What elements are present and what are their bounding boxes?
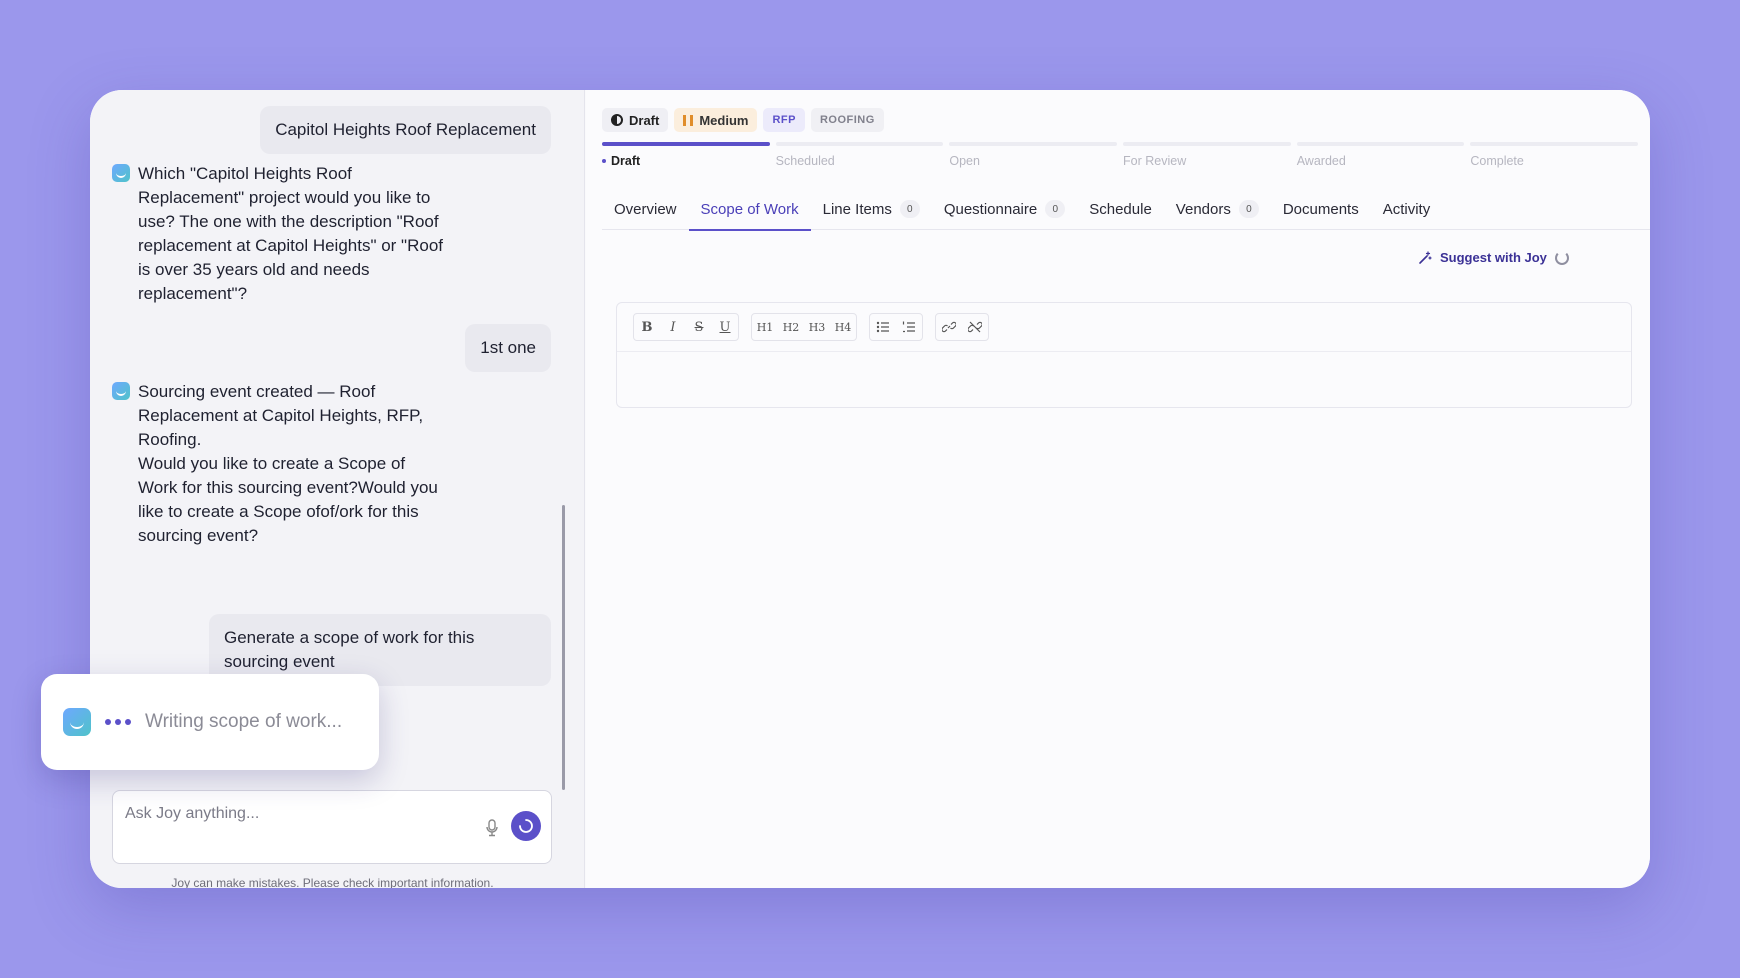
status-badges: Draft Medium RFP ROOFING <box>602 108 884 132</box>
typing-dots-icon <box>105 719 131 725</box>
active-dot-icon <box>602 159 606 163</box>
heading4-button[interactable]: H4 <box>830 314 856 340</box>
stage-scheduled[interactable]: Scheduled <box>775 142 944 168</box>
stage-awarded[interactable]: Awarded <box>1296 142 1465 168</box>
status-badge-label: Draft <box>629 112 660 128</box>
tab-documents[interactable]: Documents <box>1271 188 1371 230</box>
loading-spinner-icon <box>1554 250 1569 265</box>
tab-count-badge: 0 <box>1238 200 1259 218</box>
editor-toolbar: B I S U H1 H2 H3 H4 <box>617 303 1631 352</box>
stage-bar <box>602 142 770 146</box>
tab-questionnaire[interactable]: Questionnaire 0 <box>932 188 1077 230</box>
send-button[interactable] <box>511 811 541 841</box>
tab-label: Questionnaire <box>943 200 1038 218</box>
stage-label: Complete <box>1470 154 1524 168</box>
category-badge: ROOFING <box>810 108 884 132</box>
scope-editor: B I S U H1 H2 H3 H4 <box>616 302 1632 408</box>
priority-badge-label: Medium <box>699 112 749 128</box>
half-circle-icon <box>611 114 623 126</box>
heading3-button[interactable]: H3 <box>804 314 830 340</box>
user-message: 1st one <box>465 324 551 372</box>
tab-label: Scope of Work <box>700 200 799 218</box>
tab-count-badge: 0 <box>1045 200 1066 218</box>
disclaimer-text: Joy can make mistakes. Please check impo… <box>171 876 494 888</box>
tab-count-badge: 0 <box>899 200 920 218</box>
link-icon <box>942 321 956 333</box>
stage-label: Scheduled <box>775 154 835 168</box>
bot-message-text: Which "Capitol Heights Roof Replacement"… <box>138 164 443 303</box>
stage-label: Awarded <box>1296 154 1346 168</box>
unlink-button[interactable] <box>962 314 988 340</box>
stage-draft[interactable]: Draft <box>602 142 770 168</box>
stage-bar <box>775 142 944 146</box>
unlink-icon <box>968 321 982 333</box>
tab-label: Schedule <box>1089 200 1152 218</box>
italic-button[interactable]: I <box>660 314 686 340</box>
tab-label: Activity <box>1382 200 1431 218</box>
tab-label: Documents <box>1282 200 1359 218</box>
chat-input-box <box>112 790 552 864</box>
user-message: Capitol Heights Roof Replacement <box>260 106 551 154</box>
stage-label: For Review <box>1123 154 1187 168</box>
tab-label: Line Items <box>822 200 892 218</box>
joy-avatar-icon <box>112 164 130 182</box>
loading-spinner-icon <box>519 819 533 833</box>
link-group <box>935 313 989 341</box>
bold-button[interactable]: B <box>634 314 660 340</box>
tab-line-items[interactable]: Line Items 0 <box>811 188 932 230</box>
status-text: Writing scope of work... <box>145 711 343 732</box>
bot-message: Which "Capitol Heights Roof Replacement"… <box>112 162 452 306</box>
tab-label: Overview <box>614 200 677 218</box>
sourcing-event-panel: Draft Medium RFP ROOFING Draft Scheduled… <box>586 90 1650 888</box>
chat-scrollbar[interactable] <box>562 505 565 790</box>
tab-vendors[interactable]: Vendors 0 <box>1164 188 1271 230</box>
tab-scope-of-work[interactable]: Scope of Work <box>688 188 811 231</box>
joy-avatar-icon <box>63 708 91 736</box>
magic-wand-icon <box>1419 250 1432 264</box>
stage-bar <box>949 142 1118 146</box>
tab-bar: Overview Scope of Work Line Items 0 Quest… <box>602 188 1650 231</box>
chat-input[interactable] <box>125 805 465 823</box>
tab-activity[interactable]: Activity <box>1371 188 1443 230</box>
heading-group: H1 H2 H3 H4 <box>751 313 857 341</box>
link-button[interactable] <box>936 314 962 340</box>
tab-label: Vendors <box>1175 200 1231 218</box>
suggest-with-joy-button[interactable]: Suggest with Joy <box>1418 250 1569 265</box>
heading1-button[interactable]: H1 <box>752 314 778 340</box>
bullet-list-icon <box>876 321 889 333</box>
tab-schedule[interactable]: Schedule <box>1077 188 1164 230</box>
tab-overview[interactable]: Overview <box>602 188 689 230</box>
status-toast: Writing scope of work... <box>41 674 379 770</box>
list-group <box>869 313 923 341</box>
stage-label: Open <box>949 154 980 168</box>
stage-progress: Draft Scheduled Open For Review Awarded … <box>602 142 1639 168</box>
bot-message: Sourcing event created — Roof Replacemen… <box>112 380 452 548</box>
pause-icon <box>683 114 694 126</box>
format-group: B I S U <box>633 313 739 341</box>
stage-bar <box>1123 142 1291 146</box>
joy-avatar-icon <box>112 382 130 400</box>
stage-label: Draft <box>611 154 641 168</box>
bot-message-text: Sourcing event created — Roof Replacemen… <box>138 382 438 545</box>
numbered-list-icon <box>902 321 915 333</box>
suggest-label: Suggest with Joy <box>1440 250 1547 265</box>
heading2-button[interactable]: H2 <box>778 314 804 340</box>
stage-for-review[interactable]: For Review <box>1123 142 1291 168</box>
stage-open[interactable]: Open <box>949 142 1118 168</box>
type-badge: RFP <box>763 108 805 132</box>
strikethrough-button[interactable]: S <box>686 314 712 340</box>
stage-bar <box>1296 142 1465 146</box>
stage-bar <box>1470 142 1639 146</box>
bullet-list-button[interactable] <box>870 314 896 340</box>
microphone-icon[interactable] <box>485 819 499 837</box>
underline-button[interactable]: U <box>712 314 738 340</box>
priority-badge[interactable]: Medium <box>674 108 758 132</box>
status-badge[interactable]: Draft <box>602 108 669 132</box>
stage-complete[interactable]: Complete <box>1470 142 1639 168</box>
numbered-list-button[interactable] <box>896 314 922 340</box>
